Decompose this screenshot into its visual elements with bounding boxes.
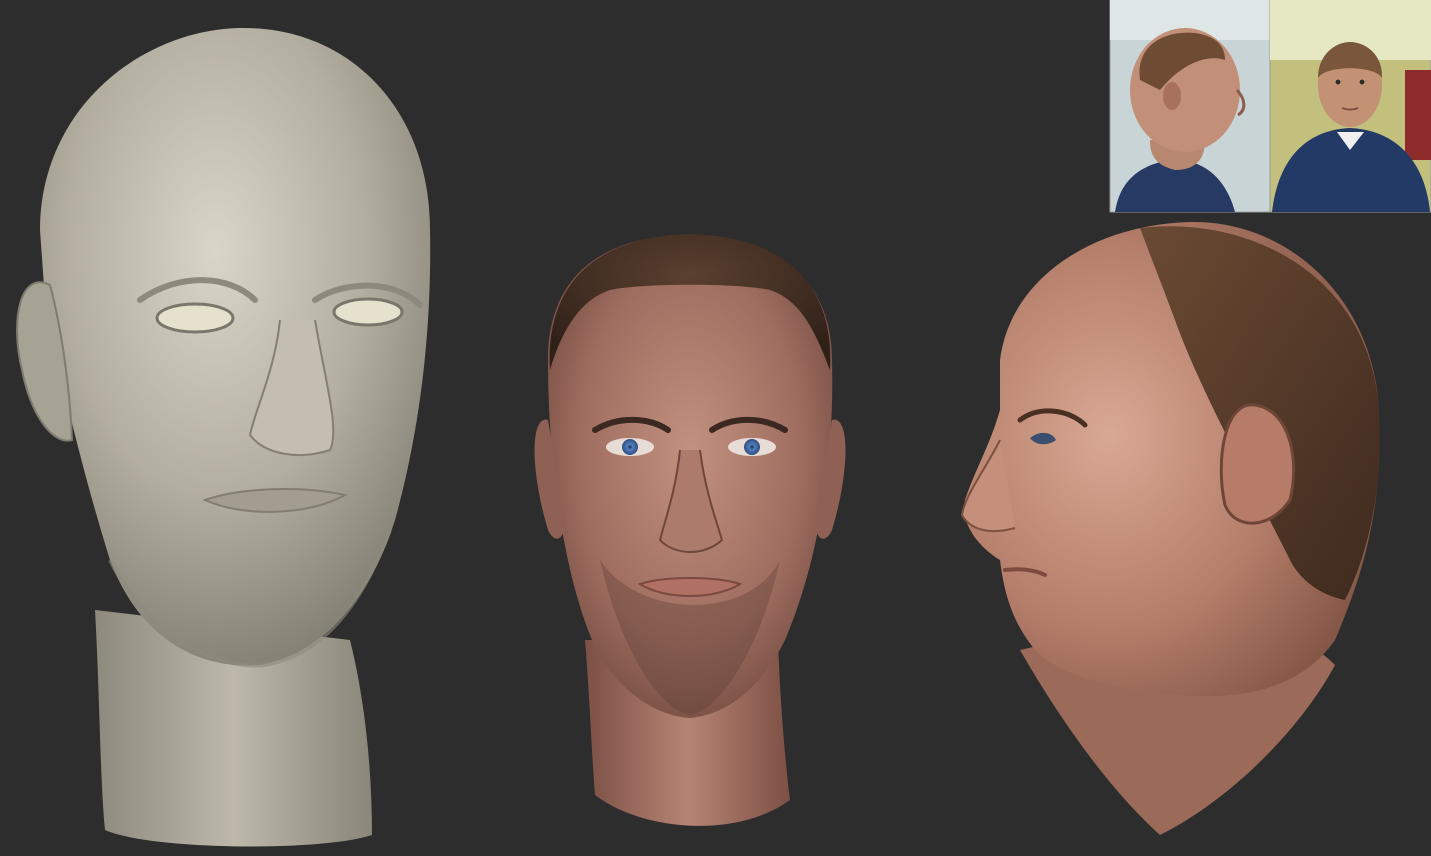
textured-head-front bbox=[534, 234, 846, 826]
reference-photo-front bbox=[1269, 0, 1431, 213]
render-canvas bbox=[16, 0, 1431, 847]
textured-right-eye-icon bbox=[744, 439, 760, 455]
textured-head-profile bbox=[960, 221, 1380, 835]
textured-left-eye-icon bbox=[622, 439, 638, 455]
profile-ear-icon bbox=[1219, 403, 1296, 525]
reference-photo-side bbox=[1109, 0, 1271, 213]
sculpt-left-eye-icon bbox=[155, 302, 235, 334]
sculpt-right-eye-icon bbox=[332, 297, 404, 327]
untextured-sculpt-front-three-quarter bbox=[16, 27, 431, 847]
